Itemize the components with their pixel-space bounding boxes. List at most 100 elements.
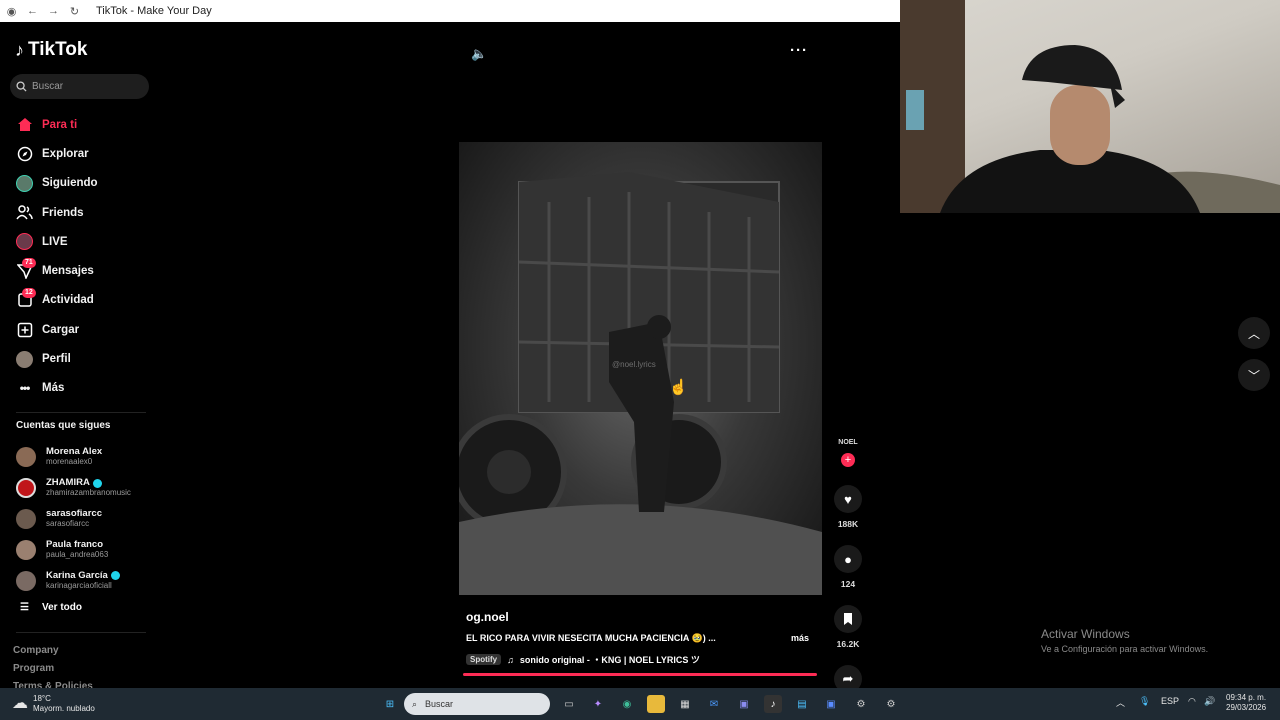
tiktok-logo[interactable]: ♪ TikTok bbox=[15, 39, 87, 61]
store-icon[interactable]: ▦ bbox=[676, 695, 694, 713]
task-view-icon[interactable]: ▭ bbox=[560, 695, 578, 713]
nav-item-friends[interactable]: Friends bbox=[0, 198, 160, 227]
cloud-icon: ☁ bbox=[12, 695, 28, 712]
wifi-icon[interactable]: ◠ bbox=[1188, 696, 1196, 707]
author-avatar[interactable]: NOEL bbox=[835, 429, 861, 455]
account-name: sarasofiarcc bbox=[46, 507, 102, 519]
heart-icon: ♥ bbox=[844, 491, 852, 507]
following-list: Morena Alex morenaalex0 ZHAMIRA zhamiraz… bbox=[16, 442, 156, 596]
weather-widget[interactable]: ☁ 18°C Mayorm. nublado bbox=[12, 694, 95, 714]
music-row[interactable]: Spotify ♫ sonido original - ・KNG | NOEL … bbox=[466, 653, 700, 666]
app-icon[interactable]: ▤ bbox=[793, 695, 811, 713]
edge-icon[interactable]: ◉ bbox=[618, 695, 636, 713]
nav-item-explorar[interactable]: Explorar bbox=[0, 139, 160, 168]
nav-item-siguiendo[interactable]: Siguiendo bbox=[0, 169, 160, 198]
settings-icon[interactable]: ⚙ bbox=[852, 695, 870, 713]
nav-item-perfil[interactable]: Perfil bbox=[0, 344, 160, 373]
nav-label: Friends bbox=[42, 206, 84, 219]
account-username: morenaalex0 bbox=[46, 457, 93, 467]
nav-label: Actividad bbox=[42, 294, 94, 307]
teams-icon[interactable]: ▣ bbox=[735, 695, 753, 713]
forward-icon[interactable]: → bbox=[48, 5, 59, 17]
tiktok-taskbar-icon[interactable]: ♪ bbox=[764, 695, 782, 713]
taskbar-search[interactable]: ⌕ Buscar bbox=[404, 693, 550, 715]
divider bbox=[16, 632, 146, 633]
avatar bbox=[16, 508, 36, 529]
nav-label: Para ti bbox=[42, 118, 78, 131]
spotify-badge[interactable]: Spotify bbox=[466, 654, 502, 665]
search-input[interactable]: Buscar bbox=[10, 74, 149, 99]
nav-item-actividad[interactable]: 12 Actividad bbox=[0, 286, 160, 315]
see-all-label: Ver todo bbox=[41, 602, 82, 613]
more-options-icon[interactable]: ··· bbox=[790, 42, 808, 59]
following-avatar-icon bbox=[16, 174, 33, 192]
windows-taskbar: ☁ 18°C Mayorm. nublado ⊞ ⌕ Buscar ▭ ✦ ◉ … bbox=[0, 688, 1280, 720]
nav-item-para-ti[interactable]: Para ti bbox=[0, 110, 160, 139]
comment-icon: ● bbox=[844, 551, 852, 567]
list-item[interactable]: ZHAMIRA zhamirazambranomusic bbox=[16, 473, 156, 504]
browser-title: TikTok - Make Your Day bbox=[96, 5, 212, 17]
caption-more-button[interactable]: más bbox=[791, 633, 809, 643]
chevron-up-icon: ︿ bbox=[1247, 326, 1260, 341]
nav-item-mensajes[interactable]: 71 Mensajes bbox=[0, 256, 160, 285]
language-indicator[interactable]: ESP bbox=[1161, 696, 1179, 706]
account-username: karinagarciaoficiall bbox=[46, 580, 112, 590]
music-note-icon: ♫ bbox=[507, 654, 514, 665]
nav-label: LIVE bbox=[42, 235, 68, 248]
following-title: Cuentas que sigues bbox=[16, 420, 111, 431]
clock[interactable]: 09:34 p. m. 29/03/2026 bbox=[1226, 693, 1266, 713]
reload-icon[interactable]: ↻ bbox=[69, 6, 80, 18]
webcam-image bbox=[900, 0, 1280, 213]
microphone-icon[interactable]: 🎙 bbox=[1139, 696, 1150, 707]
bookmark-icon bbox=[844, 613, 852, 625]
activate-windows-watermark: Activar Windows Ve a Configuración para … bbox=[1041, 627, 1208, 654]
sound-icon[interactable]: 🔈 bbox=[471, 46, 487, 62]
home-icon bbox=[16, 116, 33, 133]
footer-link-company[interactable]: Company bbox=[13, 642, 93, 660]
nav-item-cargar[interactable]: Cargar bbox=[0, 315, 160, 344]
save-button[interactable] bbox=[834, 605, 862, 633]
mail-icon[interactable]: ✉ bbox=[705, 695, 723, 713]
see-all-link[interactable]: ☰ Ver todo bbox=[20, 602, 82, 613]
file-explorer-icon[interactable] bbox=[647, 695, 665, 713]
list-item[interactable]: Karina García karinagarciaoficiall bbox=[16, 565, 156, 596]
video-progress-bar[interactable] bbox=[463, 673, 817, 676]
account-name: Morena Alex bbox=[46, 446, 103, 458]
footer-links: Company Program Terms & Policies bbox=[13, 642, 93, 688]
app-icon[interactable]: ⚙ bbox=[882, 695, 900, 713]
like-button[interactable]: ♥ bbox=[834, 485, 862, 513]
avatar bbox=[16, 539, 36, 560]
account-name-row: Karina García bbox=[46, 570, 120, 581]
account-username: zhamirazambranomusic bbox=[46, 488, 131, 498]
list-icon: ☰ bbox=[20, 602, 29, 613]
share-icon: ➦ bbox=[842, 671, 854, 686]
video-caption: EL RICO PARA VIVIR NESECITA MUCHA PACIEN… bbox=[466, 633, 716, 643]
volume-icon[interactable]: 🔊 bbox=[1204, 696, 1215, 707]
tray-chevron-icon[interactable]: ︿ bbox=[1116, 696, 1125, 709]
comment-button[interactable]: ● bbox=[834, 545, 862, 573]
nav-label: Siguiendo bbox=[42, 177, 98, 190]
next-video-button[interactable]: ﹀ bbox=[1238, 359, 1270, 391]
activity-badge: 12 bbox=[22, 287, 36, 298]
avatar bbox=[16, 570, 36, 591]
nav-label: Perfil bbox=[42, 353, 71, 366]
follow-button[interactable]: + bbox=[841, 453, 855, 467]
previous-video-button[interactable]: ︿ bbox=[1238, 317, 1270, 349]
footer-link-program[interactable]: Program bbox=[13, 660, 93, 678]
avatar bbox=[16, 447, 36, 468]
footer-link-terms[interactable]: Terms & Policies bbox=[13, 678, 93, 688]
copilot-icon[interactable]: ✦ bbox=[589, 695, 607, 713]
app-icon[interactable]: ▣ bbox=[822, 695, 840, 713]
start-button[interactable]: ⊞ bbox=[381, 695, 399, 713]
list-item[interactable]: sarasofiarcc sarasofiarcc bbox=[16, 504, 156, 535]
nav-item-mas[interactable]: ••• Más bbox=[0, 374, 160, 403]
back-icon[interactable]: ← bbox=[27, 5, 38, 17]
activate-title: Activar Windows bbox=[1041, 627, 1130, 641]
tiktok-note-icon: ♪ bbox=[15, 39, 24, 60]
list-item[interactable]: Paula franco paula_andrea063 bbox=[16, 534, 156, 565]
nav-item-live[interactable]: LIVE bbox=[0, 227, 160, 256]
creator-username[interactable]: og.noel bbox=[466, 610, 509, 624]
taskbar-search-label: Buscar bbox=[425, 699, 454, 709]
nav-label: Cargar bbox=[42, 323, 80, 336]
list-item[interactable]: Morena Alex morenaalex0 bbox=[16, 442, 156, 473]
